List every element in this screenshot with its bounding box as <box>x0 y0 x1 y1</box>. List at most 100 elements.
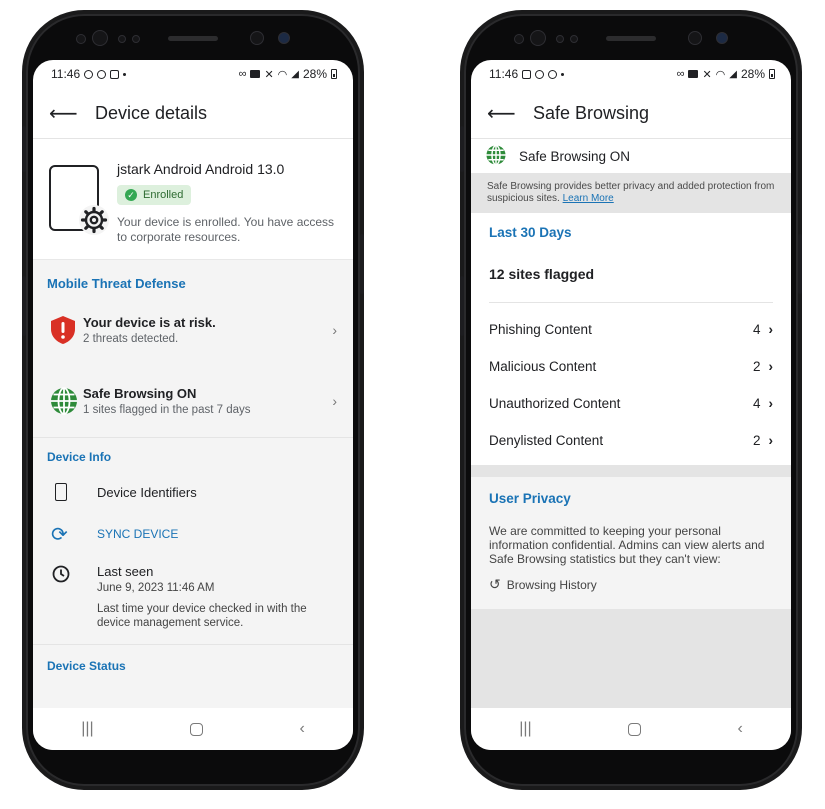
last-seen-text: Last seen June 9, 2023 11:46 AM Last tim… <box>97 564 337 630</box>
safe-browsing-row[interactable]: Safe Browsing ON 1 sites flagged in the … <box>33 369 353 438</box>
mtd-section: Mobile Threat Defense Your device is at … <box>33 260 353 438</box>
category-count: 2 <box>752 359 761 374</box>
tablet-settings-icon <box>49 165 109 235</box>
notification-icon <box>522 69 532 79</box>
category-label: Denylisted Content <box>489 433 604 448</box>
more-notifications-icon <box>123 72 127 76</box>
category-row[interactable]: Denylisted Content 2 › <box>489 422 773 459</box>
battery-icon <box>769 69 775 79</box>
device-description: Your device is enrolled. You have access… <box>117 215 335 244</box>
phone-left: 11:46 ∞ ✕ ◠ ◢ 28% ⟵ Device details jstar… <box>22 14 364 786</box>
iris-sensor <box>688 31 702 45</box>
chevron-right-icon: › <box>332 393 337 409</box>
section-heading-mtd: Mobile Threat Defense <box>47 276 186 291</box>
sensor <box>556 35 564 43</box>
phone-top-bezel <box>464 14 798 60</box>
category-row[interactable]: Malicious Content 2 › <box>489 348 773 385</box>
mute-icon: ✕ <box>702 68 712 81</box>
category-label: Malicious Content <box>489 359 597 374</box>
status-badge: ✓ Enrolled <box>117 185 192 205</box>
category-count: 4 <box>752 396 761 411</box>
section-heading-device-info: Device Info <box>47 450 112 464</box>
system-nav-bar: ||| ‹ <box>33 708 353 750</box>
risk-title: Your device is at risk. <box>83 315 216 330</box>
chevron-right-icon: › <box>768 322 774 337</box>
battery-icon <box>331 69 337 79</box>
risk-subtitle: 2 threats detected. <box>83 333 179 345</box>
sensor <box>132 35 140 43</box>
section-heading-device-status: Device Status <box>47 659 126 673</box>
device-name: jstark Android Android 13.0 <box>117 161 285 177</box>
earpiece-speaker <box>606 36 656 41</box>
check-icon: ✓ <box>125 189 137 201</box>
earpiece-speaker <box>168 36 218 41</box>
category-row[interactable]: Phishing Content 4 › <box>489 311 773 348</box>
last-seen-title: Last seen <box>97 564 154 579</box>
globe-icon <box>485 144 507 169</box>
info-banner: Safe Browsing provides better privacy an… <box>471 173 791 213</box>
notification-icon <box>548 69 558 79</box>
back-arrow-icon[interactable]: ⟵ <box>49 101 95 126</box>
learn-more-link[interactable]: Learn More <box>563 193 614 204</box>
last-seen-date: June 9, 2023 11:46 AM <box>97 582 215 594</box>
category-count: 2 <box>752 433 761 448</box>
chevron-right-icon: › <box>768 359 774 374</box>
mute-icon: ✕ <box>264 68 274 81</box>
category-label: Phishing Content <box>489 322 592 337</box>
notification-icon <box>535 69 545 79</box>
page-title: Device details <box>95 102 208 123</box>
signal-icon: ◢ <box>729 68 737 80</box>
shield-alert-icon <box>49 315 83 345</box>
category-list: Phishing Content 4 › Malicious Content 2 ›… <box>489 303 773 465</box>
safe-browsing-status: Safe Browsing ON <box>471 139 791 173</box>
status-bar: 11:46 ∞ ✕ ◠ ◢ 28% <box>33 60 353 88</box>
chevron-right-icon: › <box>768 396 774 411</box>
sync-device-row[interactable]: ⟳ SYNC DEVICE <box>33 514 353 554</box>
bixby-key <box>460 276 464 336</box>
category-row[interactable]: Unauthorized Content 4 › <box>489 385 773 422</box>
power-key <box>798 234 802 294</box>
front-camera <box>530 30 546 46</box>
briefcase-icon <box>688 70 699 78</box>
privacy-card: User Privacy We are committed to keeping… <box>471 477 791 609</box>
period-heading: Last 30 Days <box>489 225 572 240</box>
back-nav-icon[interactable]: ‹ <box>299 720 304 738</box>
sensor <box>570 35 578 43</box>
home-nav-icon[interactable] <box>628 722 642 736</box>
back-nav-icon[interactable]: ‹ <box>737 720 742 738</box>
recents-nav-icon[interactable]: ||| <box>519 720 531 738</box>
wifi-icon: ◠ <box>277 68 288 81</box>
battery-percent: 28% <box>740 67 765 81</box>
battery-percent: 28% <box>302 67 327 81</box>
safe-browsing-status-label: Safe Browsing ON <box>519 148 631 164</box>
history-icon: ↺ <box>489 576 501 592</box>
back-arrow-icon[interactable]: ⟵ <box>487 101 533 126</box>
sensor <box>514 34 524 44</box>
stats-card: Last 30 Days 12 sites flagged Phishing C… <box>471 213 791 465</box>
device-identifiers-row[interactable]: Device Identifiers <box>33 470 353 514</box>
sync-icon: ⟳ <box>51 523 68 546</box>
privacy-heading: User Privacy <box>489 491 571 506</box>
last-seen-row: Last seen June 9, 2023 11:46 AM Last tim… <box>33 554 353 645</box>
page-title: Safe Browsing <box>533 102 650 123</box>
section-divider <box>471 465 791 477</box>
front-camera <box>92 30 108 46</box>
sync-device-label: SYNC DEVICE <box>97 527 179 541</box>
wifi-icon: ◠ <box>715 68 726 81</box>
status-bar: 11:46 ∞ ✕ ◠ ◢ 28% <box>471 60 791 88</box>
phone-top-bezel <box>26 14 360 60</box>
gear-icon <box>79 205 109 235</box>
risk-row[interactable]: Your device is at risk. 2 threats detect… <box>33 299 353 361</box>
flagged-count: 12 sites flagged <box>489 240 773 303</box>
sensor <box>118 35 126 43</box>
clock-icon <box>49 564 83 584</box>
system-nav-bar: ||| ‹ <box>471 708 791 750</box>
screen-safe-browsing: 11:46 ∞ ✕ ◠ ◢ 28% ⟵ Safe Browsing Safe B… <box>471 60 791 750</box>
volume-key <box>460 126 464 172</box>
recents-nav-icon[interactable]: ||| <box>81 720 93 738</box>
home-nav-icon[interactable] <box>190 722 204 736</box>
status-time: 11:46 <box>51 67 81 81</box>
badge-label: Enrolled <box>143 189 184 201</box>
notification-icon <box>110 69 120 79</box>
chevron-right-icon: › <box>332 322 337 338</box>
